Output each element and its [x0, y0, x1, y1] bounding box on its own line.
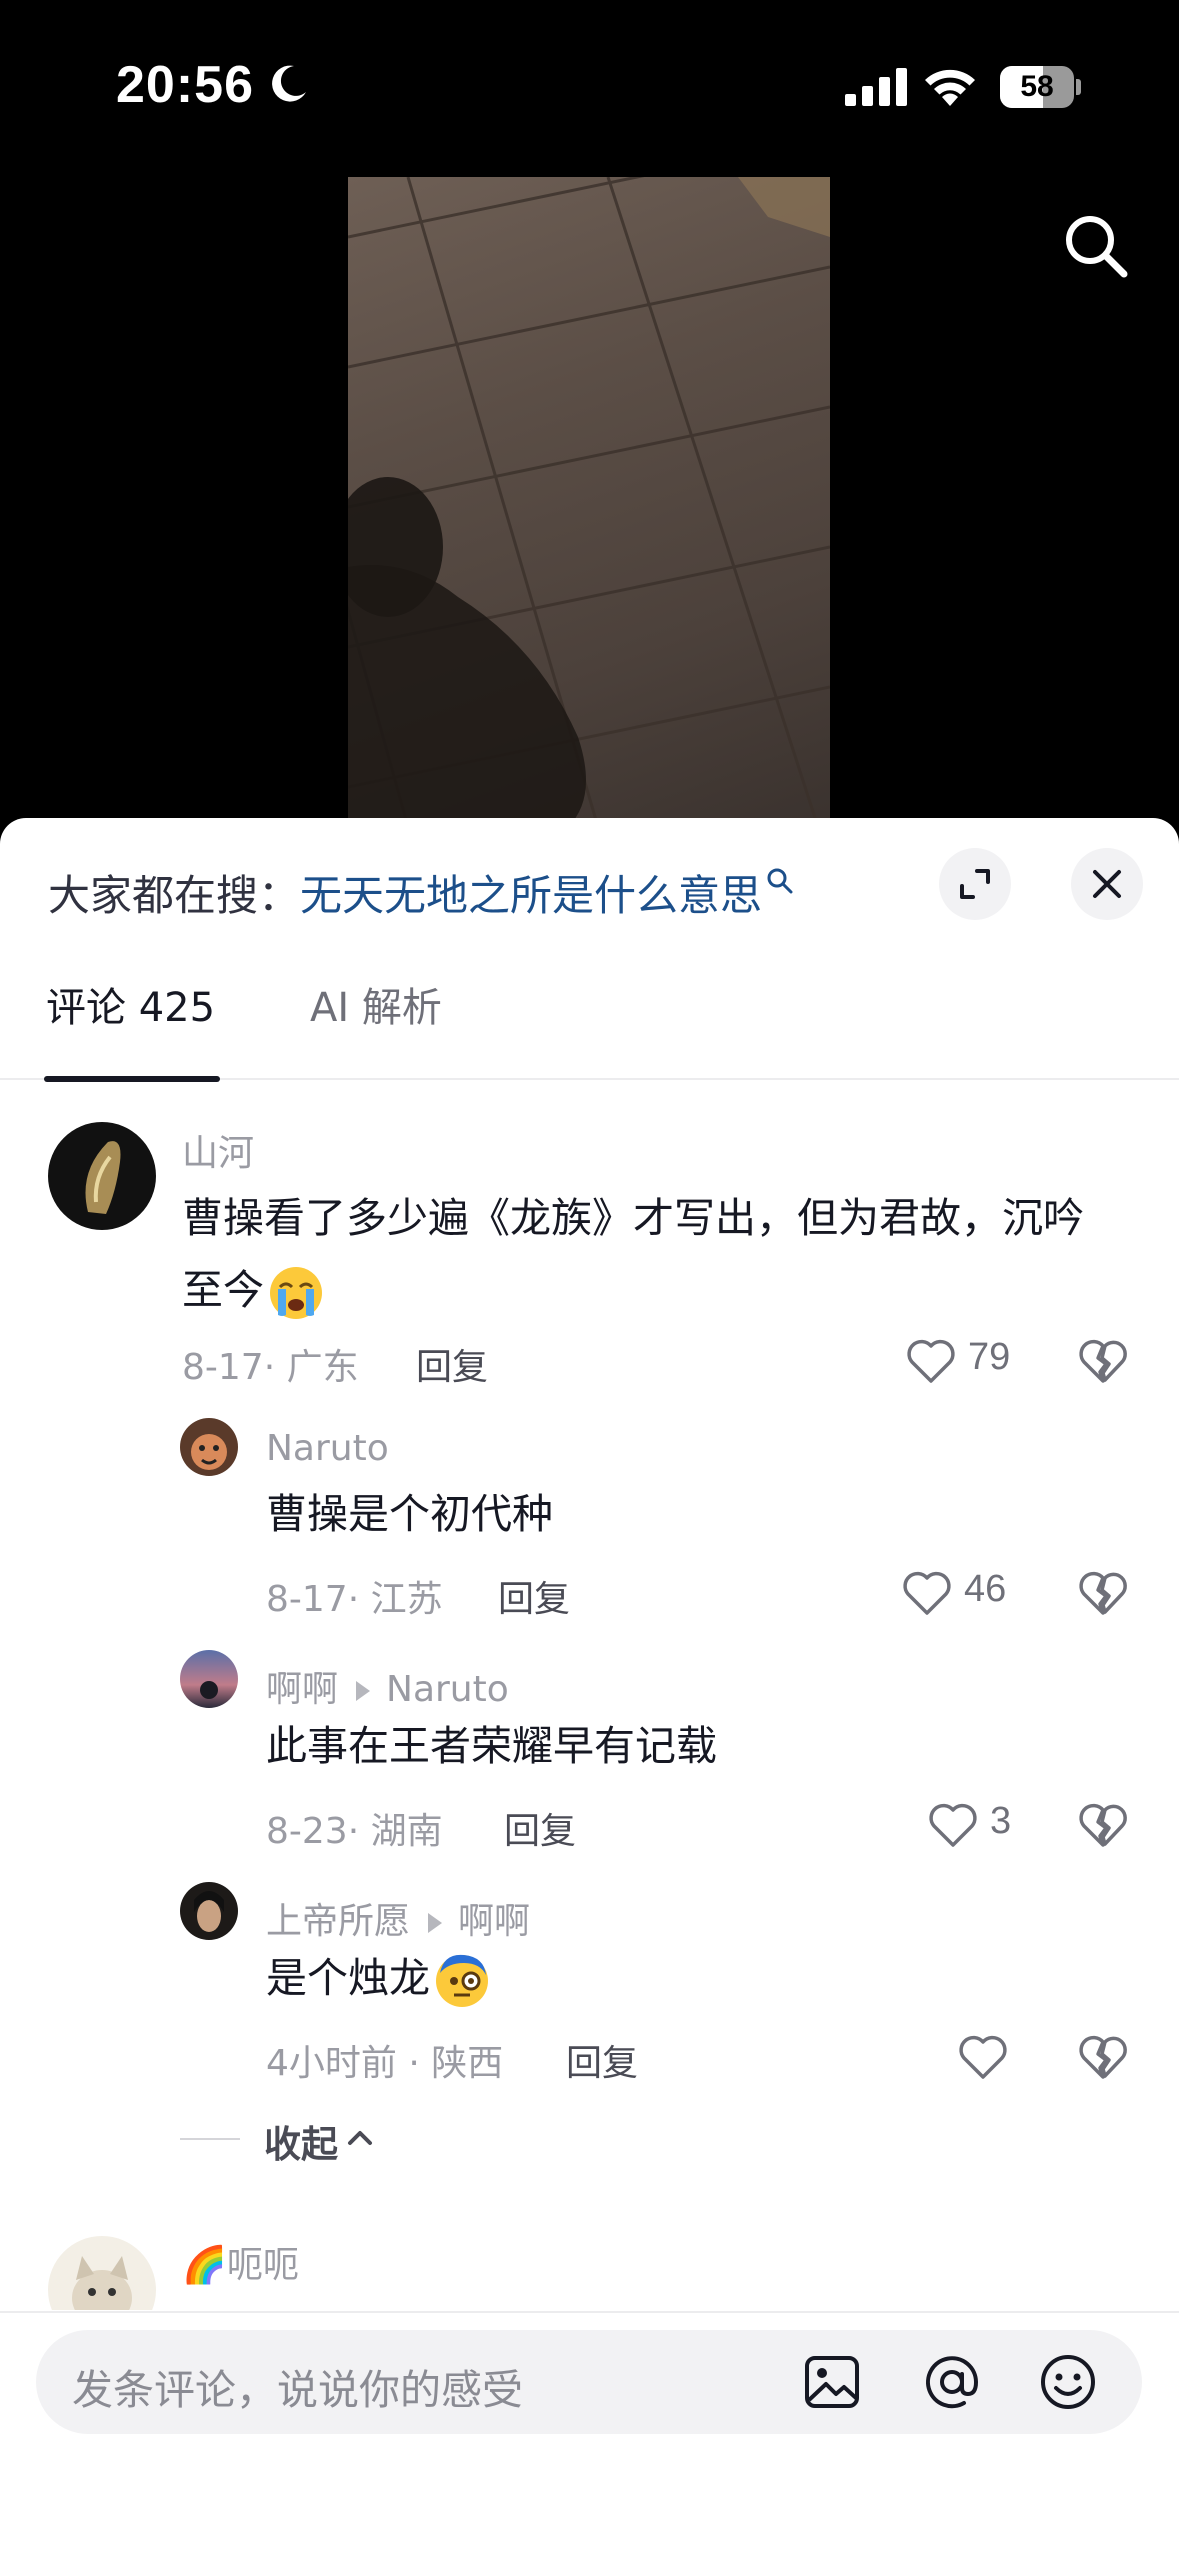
video-player[interactable]	[348, 177, 830, 827]
input-divider	[0, 2311, 1179, 2313]
avatar[interactable]	[180, 1418, 238, 1476]
hot-search-query[interactable]: 无天无地之所是什么意思	[300, 871, 762, 920]
meta-separator: ·	[347, 1811, 371, 1852]
reply-text: 此事在王者荣耀早有记载	[266, 1722, 717, 1770]
comment-location: 广东	[286, 1347, 359, 1388]
signal-icon	[845, 68, 907, 106]
reply-text-content: 是个烛龙	[266, 1954, 430, 2002]
status-bar: 20:56 58	[0, 0, 1179, 170]
comment-text: 曹操看了多少遍《龙族》才写出，但为君故，沉吟至今	[182, 1182, 1122, 1326]
like-count: 3	[990, 1800, 1012, 1842]
comment-author[interactable]: 山河	[182, 1124, 254, 1176]
meta-separator: ·	[347, 1579, 371, 1620]
reply-meta: 8-17· 江苏	[266, 1570, 443, 1622]
like-button[interactable]: 79	[906, 1330, 1046, 1390]
comment-author[interactable]: 🌈呃呃	[182, 2236, 299, 2288]
like-count: 79	[968, 1336, 1011, 1378]
loudly-crying-face-emoji	[270, 1267, 322, 1319]
battery-indicator: 58	[1000, 66, 1081, 108]
reply-to-name[interactable]: Naruto	[386, 1669, 509, 1710]
like-button[interactable]	[958, 2026, 1018, 2086]
reply-meta: 8-23· 湖南	[266, 1802, 443, 1854]
reply-to-name[interactable]: 啊啊	[458, 1901, 530, 1942]
collapse-divider	[180, 2138, 240, 2140]
like-button[interactable]: 3	[928, 1794, 1038, 1854]
close-icon	[1093, 870, 1121, 898]
battery-percent: 58	[1020, 70, 1054, 103]
comment-input-placeholder: 发条评论，说说你的感受	[72, 2366, 523, 2414]
comment-input[interactable]: 发条评论，说说你的感受	[36, 2330, 1142, 2434]
comment-sheet: 大家都在搜：无天无地之所是什么意思 评论 425 AI 解析 山河 曹操看了多少…	[0, 818, 1179, 2556]
reply-location: 陕西	[431, 2043, 504, 2084]
collapse-label: 收起	[264, 2123, 338, 2166]
broken-heart-icon[interactable]	[1078, 1336, 1128, 1386]
tab-ai-analysis[interactable]: AI 解析	[310, 978, 442, 1078]
heart-icon	[959, 2035, 1007, 2079]
heart-icon	[929, 1803, 977, 1847]
face-with-monocle-emoji	[436, 1954, 488, 2007]
reply-date: 8-23	[266, 1811, 348, 1852]
avatar[interactable]	[180, 1650, 238, 1708]
meta-separator: ·	[396, 2043, 432, 2084]
active-tab-indicator	[44, 1076, 220, 1082]
at-mention-icon[interactable]	[922, 2352, 982, 2412]
reply-arrow-icon	[356, 1681, 371, 1701]
heart-icon	[903, 1571, 951, 1615]
reply-text: 是个烛龙	[266, 1942, 490, 2014]
reply-author-name[interactable]: 啊啊	[266, 1669, 338, 1710]
broken-heart-icon[interactable]	[1078, 1800, 1128, 1850]
wifi-icon	[925, 69, 975, 106]
close-button[interactable]	[1071, 848, 1143, 920]
reply-author-name[interactable]: 上帝所愿	[266, 1901, 410, 1942]
reply-arrow-icon	[428, 1913, 443, 1933]
reply-button[interactable]: 回复	[498, 1570, 570, 1622]
reply-button[interactable]: 回复	[504, 1802, 576, 1854]
search-icon	[767, 868, 793, 894]
status-time: 20:56	[116, 56, 254, 114]
tab-comments[interactable]: 评论 425	[46, 978, 215, 1078]
meta-separator: ·	[263, 1347, 287, 1388]
heart-icon	[907, 1339, 955, 1383]
search-icon[interactable]	[1060, 210, 1132, 282]
reply-location: 江苏	[370, 1579, 443, 1620]
like-count: 46	[964, 1568, 1007, 1610]
hot-search-banner[interactable]: 大家都在搜：无天无地之所是什么意思	[48, 862, 794, 923]
reply-text: 曹操是个初代种	[266, 1490, 553, 1538]
reply-button[interactable]: 回复	[566, 2034, 638, 2086]
reply-location: 湖南	[370, 1811, 443, 1852]
broken-heart-icon[interactable]	[1078, 1568, 1128, 1618]
reply-date: 8-17	[266, 1579, 348, 1620]
expand-button[interactable]	[939, 848, 1011, 920]
reply-author: 上帝所愿 啊啊	[266, 1892, 530, 1944]
reply-button[interactable]: 回复	[416, 1338, 488, 1390]
comment-date: 8-17	[182, 1347, 264, 1388]
moon-icon	[272, 65, 306, 102]
hot-search-prefix: 大家都在搜：	[48, 871, 301, 920]
comment-tabs: 评论 425 AI 解析	[0, 978, 1179, 1080]
image-icon[interactable]	[802, 2352, 862, 2412]
avatar[interactable]	[48, 1122, 156, 1230]
chevron-up-icon	[348, 2131, 372, 2145]
emoji-icon[interactable]	[1038, 2352, 1098, 2412]
like-button[interactable]: 46	[902, 1562, 1042, 1622]
expand-icon	[960, 869, 990, 899]
avatar[interactable]	[180, 1882, 238, 1940]
reply-date: 4小时前	[266, 2043, 397, 2084]
broken-heart-icon[interactable]	[1078, 2032, 1128, 2082]
reply-meta: 4小时前 · 陕西	[266, 2034, 503, 2086]
video-frame-image	[348, 177, 830, 827]
comment-meta: 8-17· 广东	[182, 1338, 359, 1390]
reply-author: 啊啊 Naruto	[266, 1660, 509, 1712]
reply-author[interactable]: Naruto	[266, 1428, 389, 1469]
